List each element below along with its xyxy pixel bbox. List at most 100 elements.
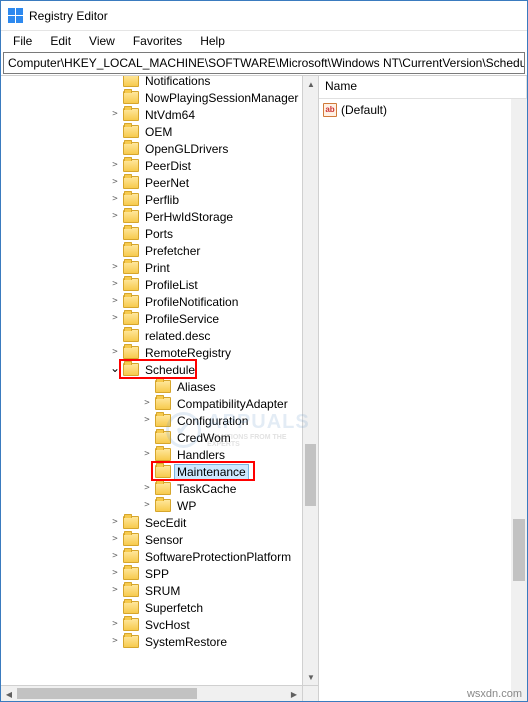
- chevron-right-icon[interactable]: >: [141, 483, 153, 495]
- tree-item-notifications[interactable]: Notifications: [3, 76, 302, 89]
- tree-item-print[interactable]: > Print: [3, 259, 302, 276]
- tree-item-profileservice[interactable]: >ProfileService: [3, 310, 302, 327]
- tree-item-label: TaskCache: [175, 482, 238, 496]
- menu-edit[interactable]: Edit: [42, 33, 79, 49]
- tree-item-peernet[interactable]: >PeerNet: [3, 174, 302, 191]
- menu-help[interactable]: Help: [192, 33, 233, 49]
- tree-item-label: OpenGLDrivers: [143, 142, 230, 156]
- chevron-right-icon[interactable]: >: [109, 551, 121, 563]
- chevron-right-icon[interactable]: >: [109, 109, 121, 121]
- tree-item-maintenance[interactable]: Maintenance: [3, 463, 302, 480]
- chevron-right-icon[interactable]: >: [109, 262, 121, 274]
- tree-item-handlers[interactable]: >Handlers: [3, 446, 302, 463]
- tree-item-oem[interactable]: OEM: [3, 123, 302, 140]
- tree-item-nowplayingsessionmanager[interactable]: NowPlayingSessionManager: [3, 89, 302, 106]
- chevron-right-icon[interactable]: >: [109, 296, 121, 308]
- tree-item-label: WP: [175, 499, 198, 513]
- tree-item-label: OEM: [143, 125, 174, 139]
- chevron-right-icon[interactable]: >: [109, 517, 121, 529]
- tree-item-label: Sensor: [143, 533, 185, 547]
- chevron-right-icon[interactable]: >: [109, 347, 121, 359]
- address-bar[interactable]: Computer\HKEY_LOCAL_MACHINE\SOFTWARE\Mic…: [3, 52, 525, 74]
- chevron-right-icon[interactable]: >: [109, 585, 121, 597]
- tree-item-label: Configuration: [175, 414, 250, 428]
- menu-view[interactable]: View: [81, 33, 123, 49]
- scroll-left-icon[interactable]: ◀: [1, 686, 17, 701]
- value-row-default[interactable]: ab (Default): [319, 101, 527, 118]
- folder-icon: [123, 363, 139, 376]
- tree-item-compatibilityadapter[interactable]: >CompatibilityAdapter: [3, 395, 302, 412]
- column-name[interactable]: Name: [319, 76, 527, 98]
- tree-item-credwom[interactable]: CredWom: [3, 429, 302, 446]
- tree-item-ntvdm64[interactable]: > NtVdm64: [3, 106, 302, 123]
- tree-item-peerdist[interactable]: >PeerDist: [3, 157, 302, 174]
- chevron-right-icon[interactable]: >: [109, 534, 121, 546]
- tree-item-label: Prefetcher: [143, 244, 202, 258]
- body: NotificationsNowPlayingSessionManager > Nt…: [1, 75, 527, 701]
- tree-item-profilelist[interactable]: >ProfileList: [3, 276, 302, 293]
- menu-file[interactable]: File: [5, 33, 40, 49]
- folder-icon: [123, 244, 139, 257]
- chevron-right-icon[interactable]: >: [109, 568, 121, 580]
- chevron-right-icon[interactable]: >: [109, 279, 121, 291]
- tree-item-srum[interactable]: >SRUM: [3, 582, 302, 599]
- chevron-right-icon[interactable]: >: [109, 313, 121, 325]
- tree-item-svchost[interactable]: > SvcHost: [3, 616, 302, 633]
- scroll-up-icon[interactable]: ▲: [303, 76, 319, 92]
- chevron-right-icon[interactable]: >: [109, 177, 121, 189]
- chevron-right-icon[interactable]: >: [141, 398, 153, 410]
- folder-icon: [123, 142, 139, 155]
- folder-icon: [123, 108, 139, 121]
- scroll-down-icon[interactable]: ▼: [303, 669, 319, 685]
- chevron-right-icon[interactable]: >: [109, 160, 121, 172]
- tree-item-wp[interactable]: > WP: [3, 497, 302, 514]
- tree-hscroll-thumb[interactable]: [17, 688, 197, 699]
- tree-item-remoteregistry[interactable]: >RemoteRegistry: [3, 344, 302, 361]
- chevron-right-icon[interactable]: >: [141, 415, 153, 427]
- tree-item-label: PerHwIdStorage: [143, 210, 235, 224]
- chevron-right-icon[interactable]: >: [109, 211, 121, 223]
- folder-icon: [123, 295, 139, 308]
- tree-vscroll-thumb[interactable]: [305, 444, 316, 506]
- chevron-right-icon[interactable]: >: [109, 636, 121, 648]
- folder-icon: [123, 76, 139, 87]
- tree-item-ports[interactable]: Ports: [3, 225, 302, 242]
- tree-item-taskcache[interactable]: > TaskCache: [3, 480, 302, 497]
- tree-item-perhwidstorage[interactable]: > PerHwIdStorage: [3, 208, 302, 225]
- titlebar: Registry Editor: [1, 1, 527, 31]
- chevron-right-icon[interactable]: >: [109, 194, 121, 206]
- tree-item-related-desc[interactable]: related.desc: [3, 327, 302, 344]
- values-vertical-scrollbar[interactable]: [511, 99, 527, 701]
- chevron-right-icon[interactable]: >: [141, 500, 153, 512]
- chevron-down-icon[interactable]: ⌄: [109, 362, 121, 374]
- chevron-right-icon[interactable]: >: [141, 449, 153, 461]
- tree-item-softwareprotectionplatform[interactable]: >SoftwareProtectionPlatform: [3, 548, 302, 565]
- folder-icon: [155, 465, 171, 478]
- tree-item-label: Print: [143, 261, 172, 275]
- tree-item-spp[interactable]: >SPP: [3, 565, 302, 582]
- scroll-right-icon[interactable]: ▶: [286, 686, 302, 701]
- values-list[interactable]: ab (Default): [319, 99, 527, 120]
- tree-item-sensor[interactable]: > Sensor: [3, 531, 302, 548]
- tree-item-label: Notifications: [143, 76, 212, 88]
- folder-icon: [155, 499, 171, 512]
- tree-item-label: SystemRestore: [143, 635, 229, 649]
- tree-item-prefetcher[interactable]: Prefetcher: [3, 242, 302, 259]
- tree-item-opengldrivers[interactable]: OpenGLDrivers: [3, 140, 302, 157]
- tree-item-configuration[interactable]: > Configuration: [3, 412, 302, 429]
- tree-viewport[interactable]: NotificationsNowPlayingSessionManager > Nt…: [1, 76, 302, 685]
- tree-vertical-scrollbar[interactable]: ▲ ▼: [302, 76, 318, 685]
- tree-item-aliases[interactable]: Aliases: [3, 378, 302, 395]
- tree-item-label: SvcHost: [143, 618, 192, 632]
- tree-item-secedit[interactable]: >SecEdit: [3, 514, 302, 531]
- values-vscroll-thumb[interactable]: [513, 519, 525, 581]
- tree-item-schedule[interactable]: ⌄Schedule: [3, 361, 302, 378]
- tree-item-superfetch[interactable]: Superfetch: [3, 599, 302, 616]
- tree-item-profilenotification[interactable]: >ProfileNotification: [3, 293, 302, 310]
- tree-item-perflib[interactable]: >Perflib: [3, 191, 302, 208]
- tree-item-systemrestore[interactable]: > SystemRestore: [3, 633, 302, 650]
- tree-item-label: NtVdm64: [143, 108, 197, 122]
- menu-favorites[interactable]: Favorites: [125, 33, 190, 49]
- tree-horizontal-scrollbar[interactable]: ◀ ▶: [1, 685, 302, 701]
- chevron-right-icon[interactable]: >: [109, 619, 121, 631]
